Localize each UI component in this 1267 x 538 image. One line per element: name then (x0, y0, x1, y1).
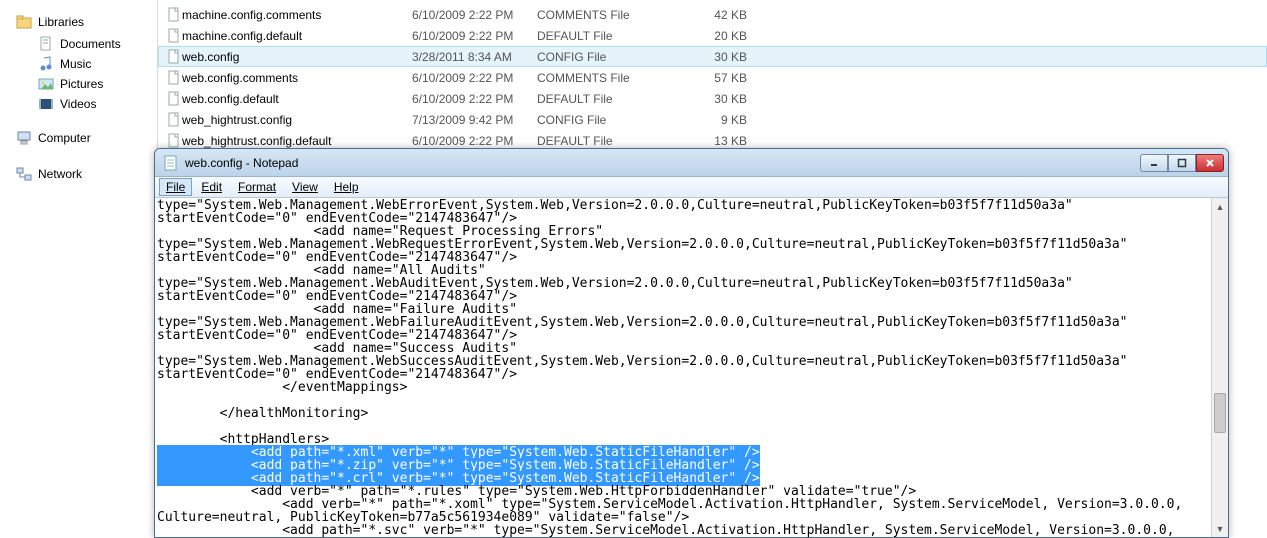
file-name: web_hightrust.config.default (182, 134, 412, 148)
file-icon (166, 70, 182, 86)
file-date: 6/10/2009 2:22 PM (412, 71, 537, 85)
nav-label: Music (60, 57, 91, 71)
file-type: DEFAULT File (537, 29, 687, 43)
notepad-text-area[interactable]: type="System.Web.Management.WebErrorEven… (155, 198, 1210, 537)
nav-videos[interactable]: Videos (10, 94, 157, 114)
menu-view[interactable]: View (285, 178, 325, 196)
nav-computer[interactable]: Computer (10, 128, 157, 150)
file-icon (166, 7, 182, 23)
file-type: CONFIG File (537, 50, 687, 64)
documents-icon (38, 36, 54, 52)
file-row[interactable]: web.config.comments6/10/2009 2:22 PMCOMM… (158, 67, 1267, 88)
file-size: 42 KB (687, 8, 747, 22)
file-size: 13 KB (687, 134, 747, 148)
scroll-thumb[interactable] (1214, 393, 1226, 433)
nav-label: Libraries (38, 15, 84, 29)
file-name: machine.config.comments (182, 8, 412, 22)
file-date: 6/10/2009 2:22 PM (412, 134, 537, 148)
nav-label: Videos (60, 97, 96, 111)
nav-label: Documents (60, 37, 121, 51)
file-row[interactable]: machine.config.comments6/10/2009 2:22 PM… (158, 4, 1267, 25)
videos-icon (38, 96, 54, 112)
file-type: CONFIG File (537, 113, 687, 127)
nav-pictures[interactable]: Pictures (10, 74, 157, 94)
notepad-body: type="System.Web.Management.WebErrorEven… (155, 198, 1228, 537)
file-size: 30 KB (687, 50, 747, 64)
file-name: web_hightrust.config (182, 113, 412, 127)
maximize-button[interactable] (1168, 154, 1196, 172)
file-name: web.config.default (182, 92, 412, 106)
file-icon (166, 112, 182, 128)
file-size: 30 KB (687, 92, 747, 106)
nav-label: Pictures (60, 77, 103, 91)
network-icon (16, 166, 32, 182)
file-date: 6/10/2009 2:22 PM (412, 29, 537, 43)
music-icon (38, 56, 54, 72)
scroll-up-arrow[interactable]: ▲ (1212, 198, 1228, 215)
nav-libraries[interactable]: Libraries (10, 12, 157, 34)
pictures-icon (38, 76, 54, 92)
file-size: 20 KB (687, 29, 747, 43)
file-icon (166, 91, 182, 107)
file-row[interactable]: web.config3/28/2011 8:34 AMCONFIG File30… (158, 46, 1267, 67)
file-row[interactable]: web_hightrust.config7/13/2009 9:42 PMCON… (158, 109, 1267, 130)
menu-file[interactable]: File (159, 178, 192, 196)
explorer-nav-pane: Libraries Documents Music Pictures Video… (0, 0, 158, 538)
nav-documents[interactable]: Documents (10, 34, 157, 54)
nav-label: Computer (38, 131, 91, 145)
nav-music[interactable]: Music (10, 54, 157, 74)
file-size: 57 KB (687, 71, 747, 85)
file-name: machine.config.default (182, 29, 412, 43)
scroll-down-arrow[interactable]: ▼ (1212, 520, 1228, 537)
file-row[interactable]: web.config.default6/10/2009 2:22 PMDEFAU… (158, 88, 1267, 109)
notepad-titlebar[interactable]: web.config - Notepad (155, 149, 1228, 177)
file-date: 3/28/2011 8:34 AM (412, 50, 537, 64)
file-size: 9 KB (687, 113, 747, 127)
nav-label: Network (38, 167, 82, 181)
computer-icon (16, 130, 32, 146)
file-type: DEFAULT File (537, 92, 687, 106)
file-row[interactable]: machine.config.default6/10/2009 2:22 PMD… (158, 25, 1267, 46)
notepad-window: web.config - Notepad File Edit Format Vi… (154, 148, 1229, 538)
file-icon (166, 49, 182, 65)
menu-format[interactable]: Format (231, 178, 283, 196)
file-type: DEFAULT File (537, 134, 687, 148)
file-date: 6/10/2009 2:22 PM (412, 8, 537, 22)
file-icon (166, 28, 182, 44)
file-date: 7/13/2009 9:42 PM (412, 113, 537, 127)
vertical-scrollbar[interactable]: ▲ ▼ (1211, 198, 1228, 537)
menu-help[interactable]: Help (327, 178, 366, 196)
nav-network[interactable]: Network (10, 164, 157, 186)
menu-edit[interactable]: Edit (194, 178, 229, 196)
notepad-icon (163, 155, 179, 171)
file-icon (166, 133, 182, 149)
file-name: web.config.comments (182, 71, 412, 85)
notepad-menubar: File Edit Format View Help (155, 177, 1228, 198)
notepad-title: web.config - Notepad (185, 156, 1134, 170)
file-name: web.config (182, 50, 412, 64)
file-date: 6/10/2009 2:22 PM (412, 92, 537, 106)
file-type: COMMENTS File (537, 8, 687, 22)
close-button[interactable] (1196, 154, 1224, 172)
file-type: COMMENTS File (537, 71, 687, 85)
minimize-button[interactable] (1140, 154, 1168, 172)
libraries-icon (16, 14, 32, 30)
